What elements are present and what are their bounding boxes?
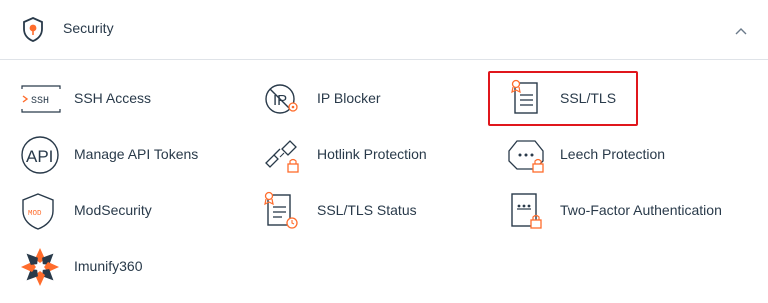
- svg-text:MOD: MOD: [28, 210, 42, 218]
- tool-label: Two-Factor Authentication: [560, 202, 722, 218]
- tool-modsecurity[interactable]: MOD ModSecurity: [20, 189, 190, 233]
- api-icon: API: [21, 136, 59, 174]
- tool-label: SSL/TLS Status: [317, 202, 417, 218]
- tool-label: Imunify360: [74, 258, 143, 274]
- tool-ssl-tls[interactable]: SSL/TLS: [507, 77, 627, 121]
- tool-manage-api-tokens[interactable]: API Manage API Tokens: [20, 133, 210, 177]
- broken-chain-lock-icon: [265, 140, 299, 173]
- svg-text:SSH: SSH: [31, 96, 49, 107]
- ssl-certificate-icon: [511, 79, 538, 114]
- mod-shield-icon: MOD: [22, 193, 54, 230]
- tool-label: SSL/TLS: [560, 90, 617, 106]
- ssl-status-clock-icon: [264, 191, 298, 229]
- tool-hotlink-protection[interactable]: Hotlink Protection: [262, 133, 442, 177]
- tool-label: IP Blocker: [317, 90, 381, 106]
- svg-text:IP: IP: [273, 92, 287, 109]
- chevron-up-icon[interactable]: [734, 26, 748, 36]
- tool-ssl-tls-status[interactable]: SSL/TLS Status: [262, 189, 432, 233]
- tool-label: Leech Protection: [560, 146, 666, 162]
- security-shield-icon: [23, 17, 43, 42]
- tool-ip-blocker[interactable]: IP IP Blocker: [262, 77, 422, 121]
- tool-label: ModSecurity: [74, 202, 152, 218]
- svg-text:API: API: [26, 147, 53, 166]
- two-factor-lock-icon: [511, 193, 542, 229]
- tool-label: Manage API Tokens: [74, 146, 199, 162]
- tool-imunify360[interactable]: Imunify360: [20, 245, 170, 289]
- tool-ssh-access[interactable]: SSH SSH Access: [20, 77, 180, 121]
- tool-label: SSH Access: [74, 90, 152, 106]
- ip-blocker-icon: IP: [265, 84, 298, 114]
- tool-label: Hotlink Protection: [317, 146, 427, 162]
- security-section-header[interactable]: Security: [0, 0, 768, 60]
- tool-two-factor-authentication[interactable]: Two-Factor Authentication: [507, 189, 737, 233]
- chat-lock-icon: [508, 140, 544, 173]
- section-title: Security: [63, 20, 114, 36]
- ssh-terminal-icon: SSH: [21, 85, 61, 113]
- imunify360-logo-icon: [21, 248, 59, 286]
- tool-leech-protection[interactable]: Leech Protection: [507, 133, 687, 177]
